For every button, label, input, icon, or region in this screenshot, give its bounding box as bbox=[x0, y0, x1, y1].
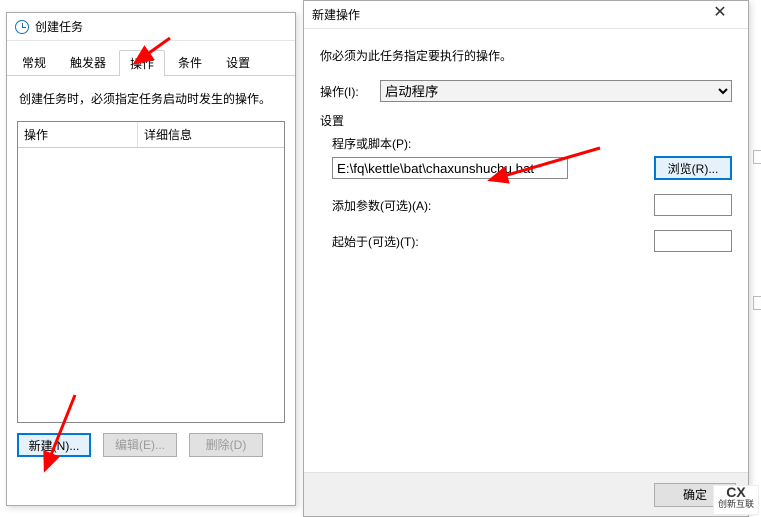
actions-button-row: 新建(N)... 编辑(E)... 删除(D) bbox=[7, 423, 295, 467]
browse-button[interactable]: 浏览(R)... bbox=[654, 156, 732, 180]
tab-triggers[interactable]: 触发器 bbox=[59, 49, 117, 75]
tab-general[interactable]: 常规 bbox=[11, 49, 57, 75]
startin-row: 起始于(可选)(T): bbox=[332, 230, 732, 252]
new-button[interactable]: 新建(N)... bbox=[17, 433, 91, 457]
args-label: 添加参数(可选)(A): bbox=[332, 197, 432, 214]
operation-select[interactable]: 启动程序 bbox=[380, 80, 732, 102]
bottom-bar: 确定 bbox=[304, 472, 748, 516]
startin-input[interactable] bbox=[654, 230, 732, 252]
create-task-title: 创建任务 bbox=[35, 13, 287, 41]
col-detail[interactable]: 详细信息 bbox=[138, 122, 284, 147]
edit-button[interactable]: 编辑(E)... bbox=[103, 433, 177, 457]
side-mark-2 bbox=[753, 296, 761, 310]
settings-section-label: 设置 bbox=[320, 112, 732, 129]
instruction-text: 你必须为此任务指定要执行的操作。 bbox=[320, 47, 732, 64]
actions-description: 创建任务时，必须指定任务启动时发生的操作。 bbox=[7, 76, 295, 121]
watermark-mark: CX bbox=[726, 484, 745, 500]
new-action-dialog: 新建操作 ✕ 你必须为此任务指定要执行的操作。 操作(I): 启动程序 设置 程… bbox=[303, 0, 749, 517]
create-task-titlebar: 创建任务 bbox=[7, 13, 295, 41]
side-mark-1 bbox=[753, 150, 761, 164]
program-block: 程序或脚本(P): 浏览(R)... bbox=[332, 135, 732, 180]
tab-strip: 常规 触发器 操作 条件 设置 bbox=[7, 45, 295, 76]
close-icon[interactable]: ✕ bbox=[700, 1, 740, 29]
actions-table-header: 操作 详细信息 bbox=[18, 122, 284, 148]
actions-table[interactable]: 操作 详细信息 bbox=[17, 121, 285, 423]
tab-settings[interactable]: 设置 bbox=[215, 49, 261, 75]
create-task-dialog: 创建任务 常规 触发器 操作 条件 设置 创建任务时，必须指定任务启动时发生的操… bbox=[6, 12, 296, 506]
watermark-brand: 创新互联 bbox=[718, 499, 754, 509]
clock-icon bbox=[15, 20, 29, 34]
new-action-titlebar: 新建操作 ✕ bbox=[304, 1, 748, 29]
watermark-logo: CX 创新互联 bbox=[713, 485, 759, 515]
settings-column: 程序或脚本(P): 浏览(R)... 添加参数(可选)(A): 起始于(可选)(… bbox=[320, 135, 732, 252]
col-action[interactable]: 操作 bbox=[18, 122, 138, 147]
tab-actions[interactable]: 操作 bbox=[119, 50, 165, 76]
startin-label: 起始于(可选)(T): bbox=[332, 233, 432, 250]
args-row: 添加参数(可选)(A): bbox=[332, 194, 732, 216]
args-input[interactable] bbox=[654, 194, 732, 216]
tab-conditions[interactable]: 条件 bbox=[167, 49, 213, 75]
new-action-body: 你必须为此任务指定要执行的操作。 操作(I): 启动程序 设置 程序或脚本(P)… bbox=[304, 29, 748, 264]
program-input[interactable] bbox=[332, 157, 568, 179]
operation-row: 操作(I): 启动程序 bbox=[320, 80, 732, 102]
delete-button[interactable]: 删除(D) bbox=[189, 433, 263, 457]
new-action-title: 新建操作 bbox=[312, 1, 700, 29]
program-label: 程序或脚本(P): bbox=[332, 135, 732, 152]
operation-label: 操作(I): bbox=[320, 83, 380, 100]
